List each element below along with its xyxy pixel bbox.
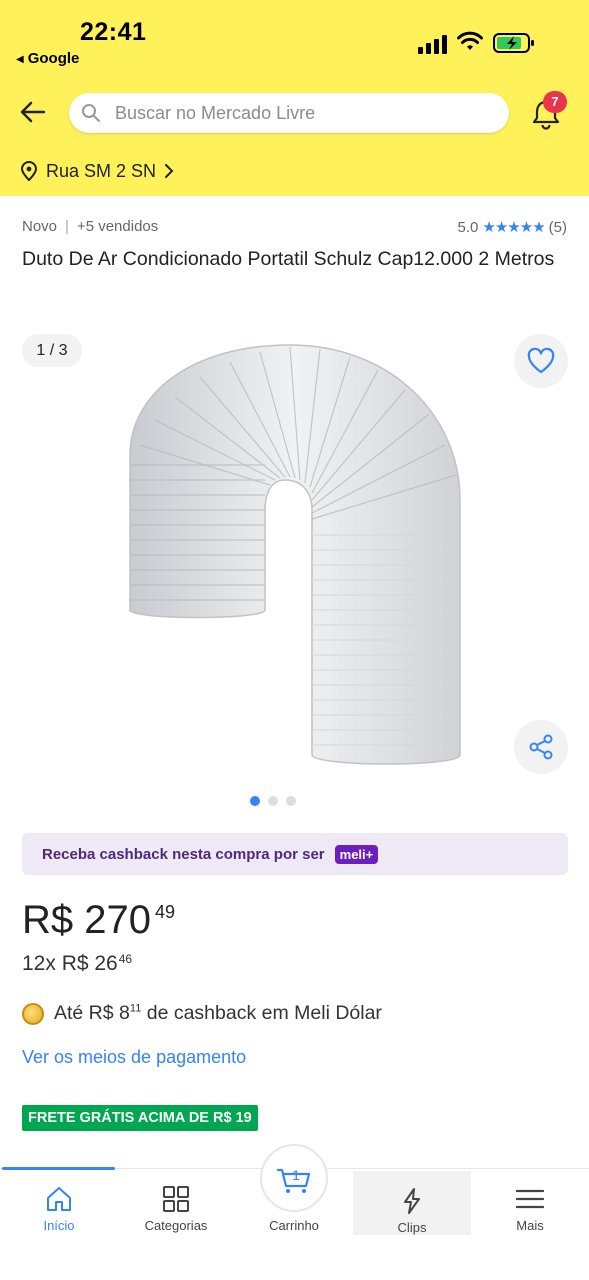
payment-methods-link[interactable]: Ver os meios de pagamento: [22, 1047, 246, 1068]
tab-categorias[interactable]: Categorias: [117, 1169, 235, 1235]
tab-mais-label: Mais: [516, 1218, 544, 1233]
product-price: R$ 270 49: [22, 896, 175, 944]
back-to-app-link[interactable]: ◀ Google: [16, 50, 79, 67]
product-title: Duto De Ar Condicionado Portatil Schulz …: [22, 248, 555, 270]
meli-plus-banner[interactable]: Receba cashback nesta compra por ser mel…: [22, 833, 568, 875]
tab-inicio[interactable]: Início: [0, 1169, 118, 1235]
separator: |: [65, 218, 69, 235]
carousel-dot[interactable]: [268, 796, 278, 806]
product-image[interactable]: [120, 335, 470, 775]
tab-carrinho-label: Carrinho: [269, 1218, 319, 1233]
back-app-label: Google: [27, 50, 80, 67]
meli-plus-banner-text: Receba cashback nesta compra por ser: [42, 845, 325, 863]
delivery-address[interactable]: Rua SM 2 SN: [20, 158, 174, 184]
wifi-icon: [457, 31, 483, 50]
coin-icon: [22, 1002, 44, 1025]
tab-clips-label: Clips: [397, 1220, 427, 1235]
heart-icon: [527, 347, 555, 374]
free-shipping-tag: FRETE GRÁTIS ACIMA DE R$ 19: [22, 1105, 258, 1131]
meli-plus-badge: meli+: [334, 844, 379, 864]
search-bar[interactable]: [69, 93, 509, 133]
cashback-suffix: de cashback em Meli Dólar: [141, 1002, 382, 1024]
bottom-tab-bar: Início Categorias 1 Carrinho Clips Mais: [0, 1144, 589, 1280]
price-main: R$ 270: [22, 898, 151, 942]
rating-stars-icon: ★★★★★: [482, 219, 545, 236]
address-label: Rua SM 2 SN: [46, 160, 157, 181]
tab-categorias-label: Categorias: [144, 1218, 208, 1233]
menu-icon: [516, 1189, 544, 1209]
installments-main: 12x R$ 26: [22, 952, 118, 975]
tab-carrinho[interactable]: Carrinho: [235, 1169, 353, 1235]
lightning-icon: [404, 1188, 420, 1214]
share-icon: [529, 734, 553, 760]
share-button[interactable]: [514, 720, 568, 774]
cashback-text: Até R$ 811 de cashback em Meli Dólar: [54, 1002, 382, 1025]
battery-icon: [493, 33, 534, 53]
cashback-prefix: Até R$ 8: [54, 1002, 130, 1024]
tab-clips[interactable]: Clips: [353, 1171, 471, 1235]
carousel-dot[interactable]: [286, 796, 296, 806]
installments: 12x R$ 26 46: [22, 950, 132, 978]
back-arrow-icon[interactable]: [18, 97, 48, 127]
carousel-dot-active[interactable]: [250, 796, 260, 806]
status-time: 22:41: [80, 18, 147, 46]
search-icon: [82, 104, 100, 122]
rating-count: (5): [548, 218, 567, 236]
grid-icon: [163, 1186, 189, 1212]
meli-dolar-cashback: Até R$ 811 de cashback em Meli Dólar: [22, 1002, 382, 1025]
location-pin-icon: [20, 161, 38, 181]
carousel-dots: [250, 796, 296, 806]
sold-label: +5 vendidos: [76, 218, 159, 235]
image-counter: 1 / 3: [22, 334, 82, 367]
app-header: 22:41 ◀Google 7 Rua SM 2 SN: [0, 0, 589, 196]
search-input[interactable]: [115, 93, 495, 133]
notification-badge: 7: [543, 91, 567, 113]
tab-mais[interactable]: Mais: [471, 1169, 589, 1235]
tab-inicio-label: Início: [43, 1218, 75, 1233]
home-icon: [47, 1187, 71, 1211]
product-condition-sold: Novo | +5 vendidos: [22, 218, 158, 235]
cashback-cents: 11: [129, 1002, 142, 1015]
rating-value: 5.0: [457, 218, 479, 236]
installments-cents: 46: [118, 952, 133, 966]
price-cents: 49: [154, 902, 176, 922]
favorite-button[interactable]: [514, 334, 568, 388]
back-triangle-icon: ◀: [16, 54, 24, 65]
chevron-right-icon: [165, 164, 174, 178]
rating[interactable]: 5.0 ★★★★★ (5): [457, 218, 567, 237]
signal-icon: [418, 34, 448, 54]
condition-label: Novo: [22, 218, 58, 235]
